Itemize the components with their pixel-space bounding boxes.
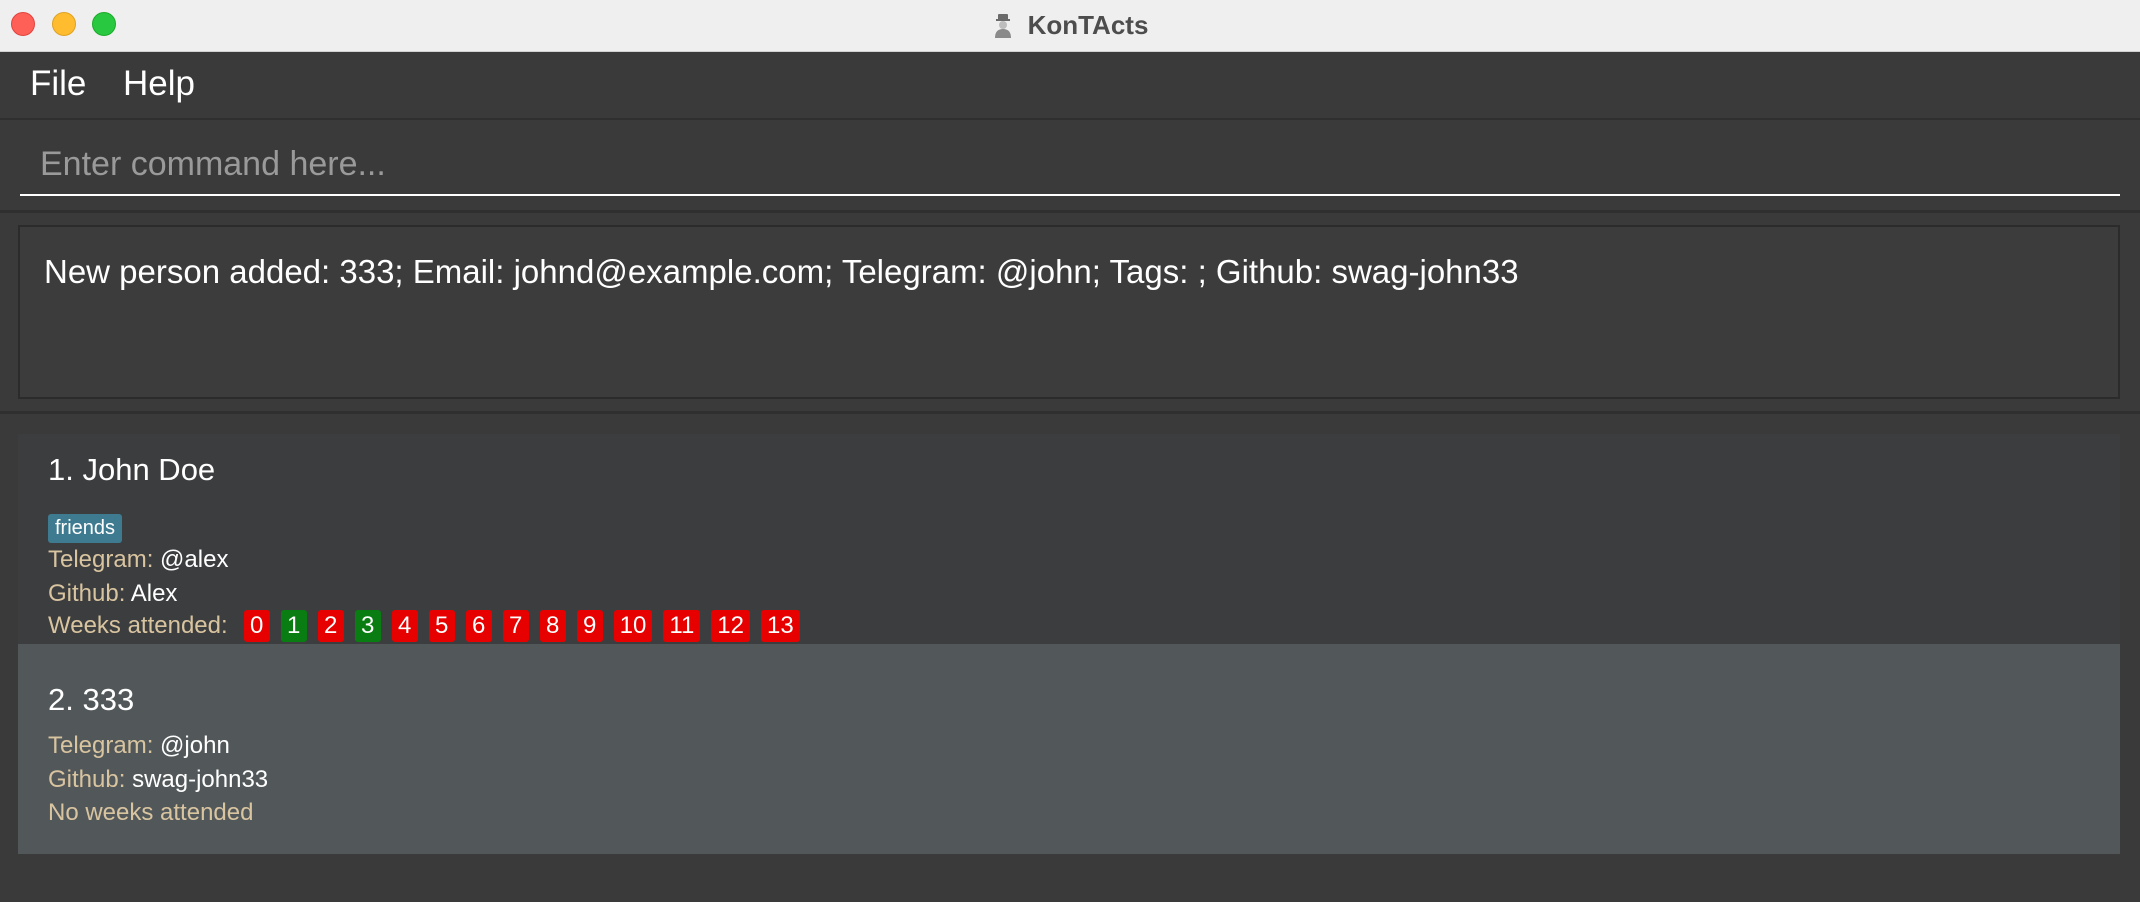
telegram-value: @alex bbox=[160, 546, 229, 573]
person-list[interactable]: 1. John Doe friends Telegram: @alex Gith… bbox=[0, 414, 2140, 902]
week-badge-9: 9 bbox=[576, 610, 603, 642]
no-weeks-attended-text: No weeks attended bbox=[48, 799, 254, 826]
week-badge-8: 8 bbox=[539, 610, 566, 642]
week-badges: 0 1 2 3 4 5 6 7 8 9 10 11 12 13 bbox=[243, 610, 811, 642]
person-card[interactable]: 2. 333 Telegram: @john Github: swag-john… bbox=[18, 644, 2120, 854]
github-field: Github: Alex bbox=[48, 580, 177, 608]
title-bar: KonTActs bbox=[0, 0, 2140, 52]
github-value: swag-john33 bbox=[132, 766, 269, 793]
weeks-attended-row: Weeks attended: 0 1 2 3 4 5 6 7 8 9 10 11 12 13 bbox=[48, 610, 811, 642]
result-display: New person added: 333; Email: johnd@exam… bbox=[18, 225, 2120, 399]
week-badge-11: 11 bbox=[663, 610, 701, 642]
github-label: Github: bbox=[48, 766, 126, 793]
telegram-field: Telegram: @alex bbox=[48, 546, 228, 574]
menu-bar: File Help bbox=[0, 52, 2140, 120]
person-name: 1. John Doe bbox=[48, 452, 216, 487]
week-badge-6: 6 bbox=[465, 610, 492, 642]
title-container: KonTActs bbox=[0, 0, 2140, 51]
weeks-attended-label: Weeks attended: bbox=[48, 612, 228, 639]
telegram-label: Telegram: bbox=[48, 546, 154, 573]
telegram-label: Telegram: bbox=[48, 732, 154, 759]
week-badge-1: 1 bbox=[280, 610, 307, 642]
github-label: Github: bbox=[48, 580, 126, 607]
person-card[interactable]: 1. John Doe friends Telegram: @alex Gith… bbox=[18, 434, 2120, 644]
week-badge-5: 5 bbox=[428, 610, 455, 642]
week-badge-3: 3 bbox=[354, 610, 381, 642]
window-title: KonTActs bbox=[1027, 10, 1149, 40]
command-box-container bbox=[0, 120, 2140, 213]
result-display-container: New person added: 333; Email: johnd@exam… bbox=[0, 213, 2140, 414]
week-badge-7: 7 bbox=[502, 610, 529, 642]
command-input[interactable] bbox=[20, 134, 2120, 196]
person-name: 2. 333 bbox=[48, 682, 135, 717]
week-badge-0: 0 bbox=[243, 610, 270, 642]
telegram-field: Telegram: @john bbox=[48, 732, 230, 760]
app-window: KonTActs File Help New person added: 333… bbox=[0, 0, 2140, 902]
tag-badge: friends bbox=[48, 514, 123, 543]
week-badge-13: 13 bbox=[761, 610, 800, 642]
week-badge-2: 2 bbox=[317, 610, 344, 642]
week-badge-10: 10 bbox=[613, 610, 653, 642]
week-badge-12: 12 bbox=[711, 610, 750, 642]
github-field: Github: swag-john33 bbox=[48, 766, 268, 794]
github-value: Alex bbox=[130, 580, 178, 607]
telegram-value: @john bbox=[160, 732, 230, 759]
app-icon bbox=[994, 13, 1011, 38]
week-badge-4: 4 bbox=[391, 610, 418, 642]
menu-file[interactable]: File bbox=[20, 62, 96, 106]
menu-help[interactable]: Help bbox=[113, 62, 205, 106]
